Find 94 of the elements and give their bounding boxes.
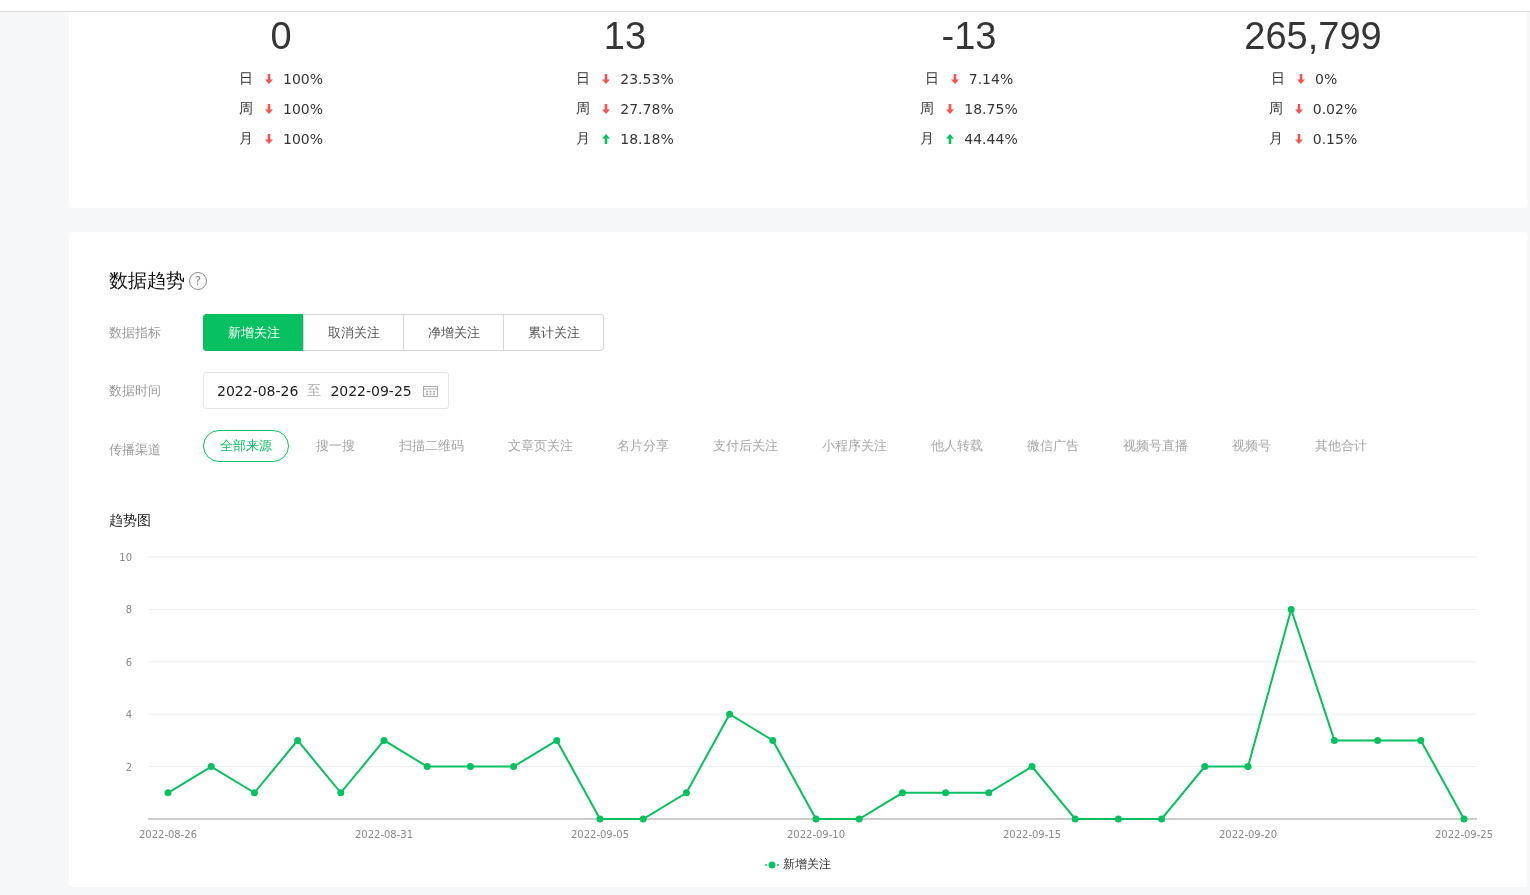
data-point [1071,815,1079,823]
change-percent: 18.75% [964,101,1018,117]
legend-label[interactable]: 新增关注 [783,856,831,873]
change-percent: 27.78% [620,101,674,117]
channel-tab[interactable]: 小程序关注 [805,430,904,462]
data-point [1374,736,1382,744]
data-point [1287,605,1295,613]
y-axis-label: 4 [125,709,132,721]
period-label: 月 [920,130,935,148]
x-axis-label: 2022-09-15 [1002,829,1062,840]
data-point [294,736,302,744]
field-label: 数据时间 [109,381,162,400]
change-percent: 100% [283,131,323,147]
data-point [423,763,431,771]
data-point [1330,736,1338,744]
y-axis-label: 10 [119,552,132,563]
stat-value: 0 [270,14,292,58]
data-point [250,789,258,797]
channel-tab[interactable]: 文章页关注 [491,430,590,462]
period-label: 周 [1268,100,1283,118]
channel-tab[interactable]: 他人转载 [914,430,1000,462]
data-point [855,815,863,823]
change-percent: 23.53% [620,71,674,87]
field-label: 数据指标 [109,323,162,342]
y-axis-label: 2 [125,761,132,773]
y-axis-label: 6 [125,656,132,668]
data-point [985,789,993,797]
data-point [466,763,474,771]
x-axis-label: 2022-09-25 [1434,829,1494,840]
change-percent: 0% [1315,71,1339,87]
change-percent: 100% [283,101,323,117]
y-axis-label: 8 [125,604,132,616]
metric-tab[interactable]: 取消关注 [303,314,404,351]
data-point [337,789,345,797]
x-axis-label: 2022-08-31 [354,829,414,840]
data-point [553,736,561,744]
period-label: 日 [239,70,253,88]
change-percent: 0.02% [1312,101,1358,117]
period-label: 月 [576,130,591,148]
change-percent: 44.44% [964,131,1018,147]
period-label: 周 [920,100,935,118]
metric-tab[interactable]: 累计关注 [503,314,604,351]
channel-tab[interactable]: 支付后关注 [696,430,795,462]
period-label: 周 [576,100,591,118]
data-point [380,736,388,744]
channel-tab[interactable]: 视频号 [1215,430,1288,462]
period-label: 周 [239,100,253,118]
channel-tab[interactable]: 扫描二维码 [382,430,481,462]
data-point [639,815,647,823]
channel-tab[interactable]: 名片分享 [600,430,686,462]
data-point [164,789,172,797]
data-point [898,789,906,797]
period-label: 日 [924,70,939,88]
address-bar[interactable] [0,0,1530,12]
chart-title: 趋势图 [109,512,152,530]
x-axis-label: 2022-09-05 [570,829,630,840]
data-point [207,763,215,771]
metric-tab[interactable]: 新增关注 [203,314,304,351]
metric-tab[interactable]: 净增关注 [403,314,504,351]
data-point [942,789,950,797]
change-percent: 7.14% [968,71,1014,87]
stat-value: 265,799 [1244,14,1382,58]
data-point [1460,815,1468,823]
x-axis-label: 2022-08-26 [138,829,198,840]
data-point [1028,763,1036,771]
section-title: 数据趋势 [109,268,185,293]
field-label: 传播渠道 [109,441,162,459]
data-point [1158,815,1166,823]
period-label: 月 [239,130,253,148]
channel-tab[interactable]: 微信广告 [1010,430,1096,462]
data-point [726,710,734,718]
data-point [1201,763,1209,771]
change-percent: 18.18% [620,131,674,147]
data-point [510,763,518,771]
channel-tab[interactable]: 视频号直播 [1106,430,1205,462]
data-point [1114,815,1122,823]
period-label: 月 [1268,130,1283,148]
data-point [769,736,777,744]
data-point [1417,736,1425,744]
period-label: 日 [1271,70,1285,88]
channel-tab[interactable]: 其他合计 [1298,430,1384,462]
stat-value: 13 [603,14,647,58]
data-point [682,789,690,797]
calendar-icon[interactable] [423,384,438,397]
period-label: 日 [576,70,591,88]
date-range-field[interactable]: 2022-08-26 至 2022-09-25 [203,372,449,409]
change-percent: 0.15% [1312,131,1358,147]
data-point [812,815,820,823]
data-point [1244,763,1252,771]
data-point [596,815,604,823]
stat-value: -13 [941,14,997,58]
change-percent: 100% [283,71,323,87]
x-axis-label: 2022-09-10 [786,829,846,840]
x-axis-label: 2022-09-20 [1218,829,1278,840]
